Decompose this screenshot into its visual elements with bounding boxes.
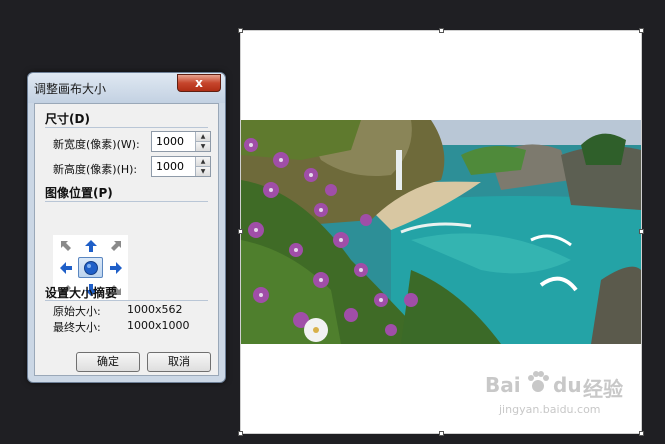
summary-section-divider bbox=[45, 300, 208, 301]
resize-handle-left[interactable] bbox=[238, 229, 243, 234]
summary-section-heading: 设置大小摘要 bbox=[45, 286, 118, 300]
resize-handle-bottom-right[interactable] bbox=[639, 431, 644, 436]
landscape-photo bbox=[241, 120, 641, 344]
anchor-right[interactable] bbox=[103, 257, 128, 278]
size-section-heading: 尺寸(D) bbox=[45, 112, 90, 126]
width-spin-buttons: ▲ ▼ bbox=[195, 132, 210, 151]
arrow-up-icon bbox=[84, 239, 97, 252]
watermark-brand: Bai bbox=[485, 373, 521, 397]
arrow-right-icon bbox=[109, 261, 122, 274]
width-increment-button[interactable]: ▲ bbox=[196, 132, 210, 142]
position-section-divider bbox=[45, 201, 208, 202]
size-section-divider bbox=[45, 127, 208, 128]
height-spin-buttons: ▲ ▼ bbox=[195, 157, 210, 176]
arrow-up-right-icon bbox=[110, 240, 121, 251]
height-stepper[interactable]: 1000 ▲ ▼ bbox=[151, 156, 211, 177]
paw-icon bbox=[528, 371, 549, 392]
resize-handle-top[interactable] bbox=[439, 28, 444, 33]
watermark-brand-2: du bbox=[553, 373, 582, 397]
resize-handle-right[interactable] bbox=[639, 229, 644, 234]
resize-canvas-dialog: 调整画布大小 x 尺寸(D) 新宽度(像素)(W): 1000 ▲ ▼ 新高度(… bbox=[27, 72, 226, 383]
canvas-frame: Bai du 经验 jingyan.baidu.com bbox=[238, 28, 644, 436]
watermark-suffix: 经验 bbox=[583, 377, 623, 401]
anchor-left[interactable] bbox=[53, 257, 78, 278]
resize-handle-top-right[interactable] bbox=[639, 28, 644, 33]
dialog-titlebar[interactable]: 调整画布大小 x bbox=[28, 73, 225, 103]
width-stepper[interactable]: 1000 ▲ ▼ bbox=[151, 131, 211, 152]
anchor-top[interactable] bbox=[78, 235, 103, 256]
close-button[interactable]: x bbox=[177, 74, 221, 92]
anchor-top-left[interactable] bbox=[53, 235, 78, 256]
baidu-watermark: Bai du 经验 jingyan.baidu.com bbox=[485, 367, 635, 427]
position-section-heading: 图像位置(P) bbox=[45, 186, 113, 200]
arrow-up-left-icon bbox=[60, 240, 71, 251]
dialog-title: 调整画布大小 bbox=[34, 82, 107, 96]
final-size-value: 1000x1000 bbox=[127, 319, 190, 332]
height-decrement-button[interactable]: ▼ bbox=[196, 167, 210, 176]
width-decrement-button[interactable]: ▼ bbox=[196, 142, 210, 151]
final-size-label: 最终大小: bbox=[53, 321, 101, 334]
resize-handle-bottom[interactable] bbox=[439, 431, 444, 436]
arrow-left-icon bbox=[59, 261, 72, 274]
resize-handle-top-left[interactable] bbox=[238, 28, 243, 33]
width-label: 新宽度(像素)(W): bbox=[53, 138, 140, 151]
dialog-body: 尺寸(D) 新宽度(像素)(W): 1000 ▲ ▼ 新高度(像素)(H): 1… bbox=[34, 103, 219, 376]
original-size-value: 1000x562 bbox=[127, 303, 183, 316]
ok-button[interactable]: 确定 bbox=[76, 352, 140, 372]
resize-handle-bottom-left[interactable] bbox=[238, 431, 243, 436]
height-increment-button[interactable]: ▲ bbox=[196, 157, 210, 167]
anchor-center-icon bbox=[83, 260, 98, 275]
original-size-label: 原始大小: bbox=[53, 305, 101, 318]
anchor-top-right[interactable] bbox=[103, 235, 128, 256]
watermark-url: jingyan.baidu.com bbox=[499, 403, 601, 416]
cancel-button[interactable]: 取消 bbox=[147, 352, 211, 372]
anchor-center[interactable] bbox=[78, 257, 103, 278]
height-value[interactable]: 1000 bbox=[156, 160, 184, 173]
width-value[interactable]: 1000 bbox=[156, 135, 184, 148]
height-label: 新高度(像素)(H): bbox=[53, 163, 138, 176]
canvas-photo bbox=[241, 120, 641, 344]
